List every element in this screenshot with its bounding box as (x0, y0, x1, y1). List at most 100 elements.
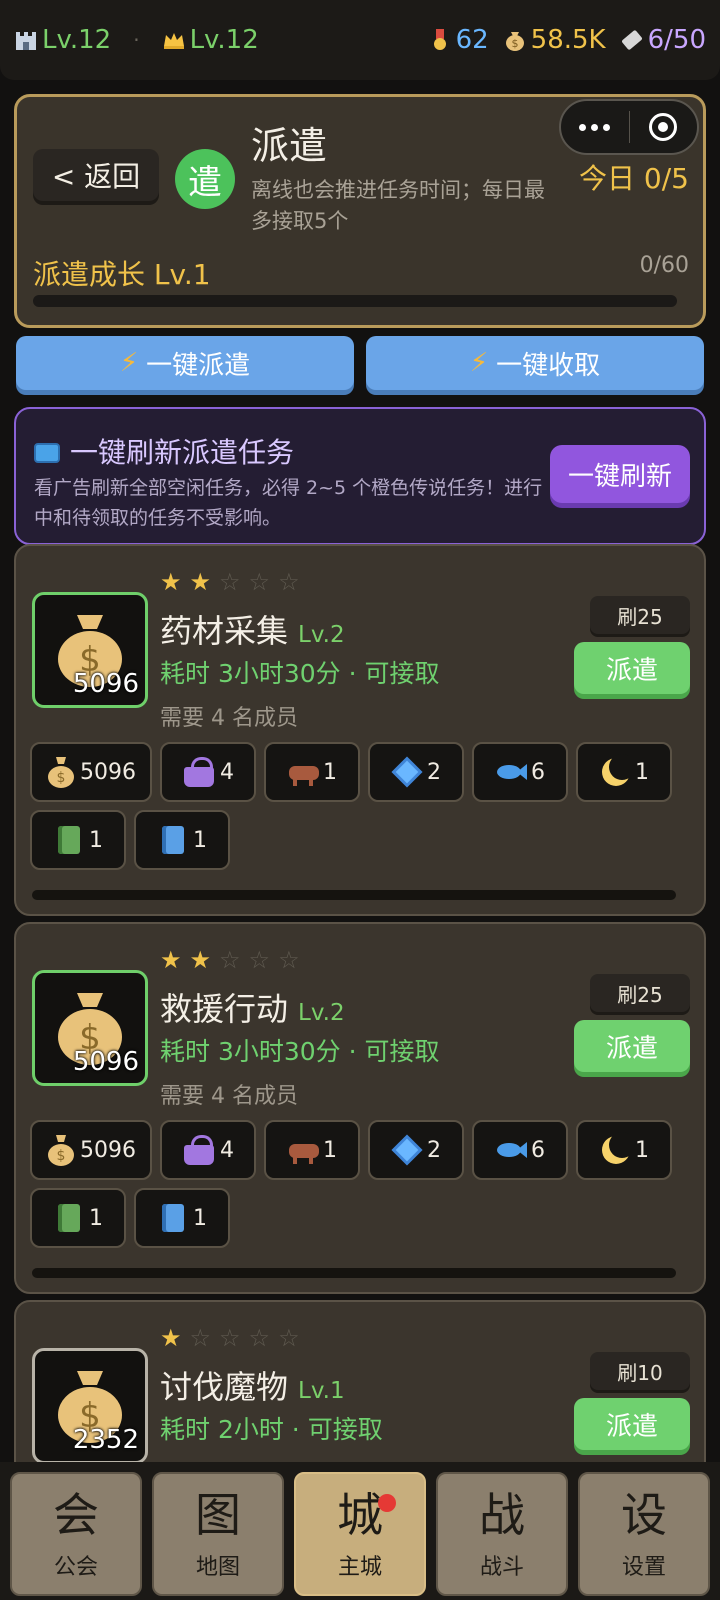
medal-icon (433, 29, 446, 50)
task-reward-icon: $5096 (32, 970, 148, 1086)
reward-item[interactable]: 2 (368, 1120, 464, 1180)
medal-counter: 62 (428, 25, 489, 55)
today-counter: 今日 0/5 (579, 162, 689, 195)
green-book-icon (53, 1202, 85, 1234)
nav-battle-label: 战斗 (479, 1555, 524, 1580)
reward-item[interactable]: 1 (576, 742, 672, 802)
lightning-icon: ⚡ (469, 348, 489, 378)
task-requirement: 需要 4 名成员 (160, 706, 298, 731)
moon-icon (599, 1132, 635, 1166)
reward-item[interactable]: 6 (472, 742, 568, 802)
dispatch-button[interactable]: 派遣 (574, 1398, 690, 1450)
reward-item[interactable]: $5096 (30, 742, 152, 802)
money-bag-icon: $ (46, 1133, 76, 1167)
task-card: $5096 ★ ★ ☆ ☆ ☆ 救援行动 Lv.2 耗时 3小时30分 · 可接取 需要 4 名成… (14, 922, 706, 1294)
growth-label: 派遣成长 Lv.1 (33, 258, 211, 291)
reward-qty: 5096 (80, 759, 136, 785)
more-dots-icon (579, 123, 611, 131)
reward-item[interactable]: 2 (368, 742, 464, 802)
dispatch-button[interactable]: 派遣 (574, 1020, 690, 1072)
reward-qty: 4 (220, 1137, 234, 1163)
fish-icon (495, 756, 527, 788)
task-name: 药材采集 Lv.2 (160, 606, 345, 652)
ox-icon (287, 1134, 319, 1166)
reward-item[interactable]: 1 (264, 742, 360, 802)
task-time: 耗时 3小时30分 · 可接取 (160, 659, 440, 688)
task-progress-bar (32, 1268, 676, 1278)
dispatch-header-panel: < 返回 遣 派遣 离线也会推进任务时间；每日最多接取5个 今日 0/5 派遣成… (14, 94, 706, 328)
task-name-text: 救援行动 (160, 990, 289, 1028)
reward-item[interactable]: 1 (30, 810, 126, 870)
reward-item[interactable]: 4 (160, 742, 256, 802)
refresh-task-button[interactable]: 刷10 (590, 1352, 690, 1390)
miniprogram-capsule (559, 99, 699, 155)
dispatch-button[interactable]: 派遣 (574, 642, 690, 694)
reward-item[interactable]: 1 (264, 1120, 360, 1180)
ticket-icon (621, 30, 642, 50)
money-bag-icon: $ (505, 32, 524, 51)
crown-level: Lv.12 (162, 25, 259, 55)
reward-item[interactable]: 4 (160, 1120, 256, 1180)
nav-map-label: 地图 (195, 1555, 240, 1580)
reward-qty: 5096 (80, 1137, 136, 1163)
collect-all-button[interactable]: ⚡ 一键收取 (366, 336, 704, 390)
nav-battle[interactable]: 战 战斗 (436, 1472, 568, 1596)
task-time: 耗时 2小时 · 可接取 (160, 1415, 383, 1444)
star-icon: ☆ (219, 1324, 241, 1352)
refresh-task-button[interactable]: 刷25 (590, 596, 690, 634)
task-icon-qty: 2352 (72, 1425, 139, 1455)
refresh-all-button[interactable]: 一键刷新 (550, 445, 690, 503)
purse-icon (182, 1135, 216, 1165)
reward-qty: 2 (427, 759, 441, 785)
reward-qty: 1 (193, 827, 207, 853)
status-bar: Lv.12 · Lv.12 62 $ 58.5K 6/50 (0, 0, 720, 80)
nav-guild-label: 公会 (53, 1555, 98, 1580)
nav-main-city[interactable]: 城 主城 (294, 1472, 426, 1596)
star-rating: ★ ★ ☆ ☆ ☆ (160, 568, 300, 596)
ticket-counter: 6/50 (620, 25, 706, 55)
moon-icon (599, 754, 635, 788)
star-icon: ☆ (248, 568, 271, 596)
green-book-icon (53, 824, 85, 856)
settings-glyph-icon: 设 (621, 1488, 667, 1542)
task-reward-icon: $5096 (32, 592, 148, 708)
reward-item[interactable]: 6 (472, 1120, 568, 1180)
ox-icon (287, 756, 319, 788)
medal-value: 62 (455, 25, 489, 55)
star-rating: ★ ☆ ☆ ☆ ☆ (160, 1324, 300, 1352)
gem-icon (391, 756, 423, 788)
task-level: Lv.2 (298, 1000, 345, 1026)
dispatch-badge: 遣 (175, 149, 235, 209)
svg-text:$: $ (57, 1148, 66, 1164)
reward-item[interactable]: 1 (134, 1188, 230, 1248)
task-requirement: 需要 4 名成员 (160, 1084, 298, 1109)
close-miniprogram-button[interactable] (630, 101, 698, 153)
star-icon: ☆ (189, 1324, 212, 1352)
dispatch-all-button[interactable]: ⚡ 一键派遣 (16, 336, 354, 390)
castle-level: Lv.12 (14, 25, 111, 55)
nav-map[interactable]: 图 地图 (152, 1472, 284, 1596)
reward-qty: 4 (220, 759, 234, 785)
refresh-banner-title: 一键刷新派遣任务 (70, 436, 295, 469)
more-menu-button[interactable] (561, 101, 629, 153)
nav-main-city-label: 主城 (337, 1555, 382, 1580)
refresh-task-button[interactable]: 刷25 (590, 974, 690, 1012)
task-icon-qty: 5096 (72, 1047, 139, 1077)
reward-item[interactable]: 1 (30, 1188, 126, 1248)
reward-qty: 1 (193, 1205, 207, 1231)
reward-qty: 1 (323, 759, 337, 785)
nav-guild[interactable]: 会 公会 (10, 1472, 142, 1596)
reward-item[interactable]: 1 (134, 810, 230, 870)
gem-icon (391, 1134, 423, 1166)
battle-glyph-icon: 战 (479, 1488, 525, 1542)
star-icon: ☆ (248, 946, 271, 974)
nav-settings[interactable]: 设 设置 (578, 1472, 710, 1596)
reward-item[interactable]: $5096 (30, 1120, 152, 1180)
page-description: 离线也会推进任务时间；每日最多接取5个 (251, 178, 545, 233)
page-title: 派遣 (251, 124, 328, 168)
reward-qty: 6 (531, 759, 545, 785)
reward-qty: 6 (531, 1137, 545, 1163)
back-button[interactable]: < 返回 (33, 149, 159, 201)
task-level: Lv.2 (298, 622, 345, 648)
reward-item[interactable]: 1 (576, 1120, 672, 1180)
